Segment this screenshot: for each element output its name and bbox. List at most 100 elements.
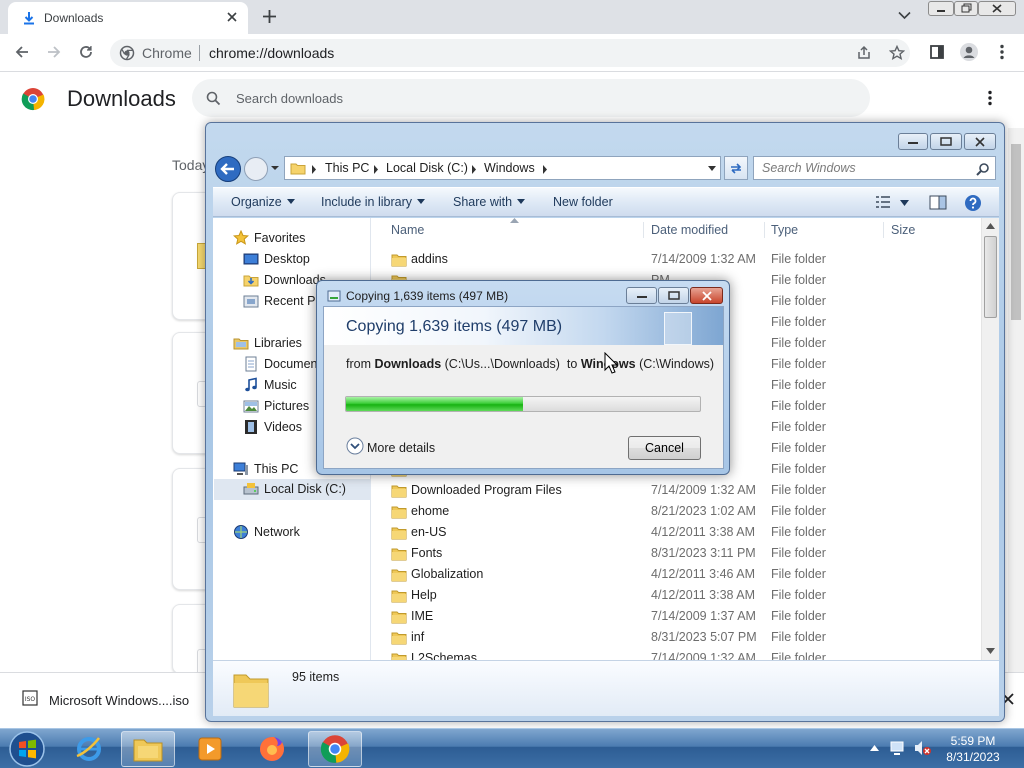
file-row[interactable]: addins 7/14/2009 1:32 AM File folder <box>371 249 981 270</box>
nav-label: This PC <box>254 462 299 476</box>
page-scrollbar[interactable] <box>1008 128 1024 672</box>
file-row[interactable]: en-US 4/12/2011 3:38 AM File folder <box>371 522 981 543</box>
start-button-icon[interactable] <box>7 730 47 768</box>
search-placeholder: Search downloads <box>236 91 343 106</box>
history-dropdown-icon[interactable] <box>270 164 280 172</box>
bookmark-star-icon[interactable] <box>889 45 905 61</box>
scroll-thumb[interactable] <box>984 236 997 318</box>
copy-progress-bar <box>345 396 701 412</box>
new-tab-icon[interactable] <box>262 9 277 24</box>
include-in-library-button[interactable]: Include in library <box>321 195 426 209</box>
explorer-forward-icon[interactable] <box>243 156 269 182</box>
column-header-type[interactable]: Type <box>771 223 798 237</box>
nav-favorites[interactable]: Favorites <box>233 230 363 248</box>
address-dropdown-icon[interactable] <box>707 165 717 172</box>
dialog-minimize-icon[interactable] <box>626 287 657 304</box>
tab-downloads[interactable]: Downloads <box>8 2 248 34</box>
restore-icon[interactable] <box>954 1 978 16</box>
taskbar-ie[interactable] <box>62 731 116 767</box>
file-type: File folder <box>771 651 826 660</box>
file-date: 4/12/2011 3:38 AM <box>651 588 756 602</box>
view-options-icon[interactable] <box>875 196 891 208</box>
side-panel-icon[interactable] <box>923 38 951 66</box>
file-type: File folder <box>771 504 826 518</box>
close-window-icon[interactable] <box>978 1 1016 16</box>
file-row[interactable]: ehome 8/21/2023 1:02 AM File folder <box>371 501 981 522</box>
column-header-size[interactable]: Size <box>891 223 915 237</box>
minimize-icon[interactable] <box>928 1 954 16</box>
close-tab-icon[interactable] <box>226 11 238 23</box>
more-details-toggle[interactable]: More details <box>346 437 446 457</box>
forward-icon[interactable] <box>40 38 68 66</box>
column-header-name[interactable]: Name <box>391 223 424 237</box>
taskbar-firefox[interactable] <box>245 731 299 767</box>
reload-icon[interactable] <box>72 38 100 66</box>
chrome-menu-icon[interactable] <box>988 38 1016 66</box>
file-row[interactable]: inf 8/31/2023 5:07 PM File folder <box>371 627 981 648</box>
taskbar-clock[interactable]: 5:59 PM 8/31/2023 <box>928 733 1018 765</box>
nav-desktop[interactable]: Desktop <box>243 251 363 269</box>
explorer-back-icon[interactable] <box>214 155 242 183</box>
network-tray-icon[interactable] <box>890 740 908 756</box>
clock-time: 5:59 PM <box>950 734 996 748</box>
file-row[interactable]: IME 7/14/2009 1:37 AM File folder <box>371 606 981 627</box>
downloads-search[interactable]: Search downloads <box>192 79 870 117</box>
explorer-search[interactable]: Search Windows <box>753 156 996 180</box>
shelf-item-name[interactable]: Microsoft Windows....iso <box>49 693 189 708</box>
nav-network[interactable]: Network <box>233 524 363 542</box>
nav-local-disk[interactable]: Local Disk (C:) <box>214 479 371 500</box>
view-dropdown-icon[interactable] <box>900 200 909 206</box>
nav-label: Libraries <box>254 336 302 350</box>
file-row[interactable]: Downloaded Program Files 7/14/2009 1:32 A… <box>371 480 981 501</box>
file-row[interactable]: Globalization 4/12/2011 3:46 AM File folde… <box>371 564 981 585</box>
tab-search-icon[interactable] <box>898 11 911 20</box>
explorer-minimize-icon[interactable] <box>898 133 928 150</box>
share-with-button[interactable]: Share with <box>453 195 526 209</box>
expand-chevron-icon <box>346 437 364 455</box>
explorer-maximize-icon[interactable] <box>930 133 962 150</box>
refresh-icon[interactable] <box>724 156 748 180</box>
to-path: (C:\Windows) <box>639 357 715 371</box>
explorer-close-icon[interactable] <box>964 133 996 150</box>
profile-avatar-icon[interactable] <box>955 38 983 66</box>
share-icon[interactable] <box>856 45 872 61</box>
organize-button[interactable]: Organize <box>231 195 295 209</box>
more-actions-icon[interactable] <box>988 90 992 106</box>
dialog-close-icon[interactable] <box>690 287 723 304</box>
cancel-button[interactable]: Cancel <box>628 436 701 460</box>
omnibox-site-label: Chrome <box>142 45 192 61</box>
scroll-up-icon[interactable] <box>986 223 995 229</box>
help-icon[interactable] <box>964 194 982 212</box>
file-name: L2Schemas <box>411 651 478 660</box>
taskbar-explorer[interactable] <box>121 731 175 767</box>
preview-pane-icon[interactable] <box>929 195 947 210</box>
scroll-thumb[interactable] <box>1011 144 1021 320</box>
file-list-scrollbar[interactable] <box>981 218 999 660</box>
omnibox[interactable]: Chrome chrome://downloads <box>110 39 910 67</box>
command-bar: Organize Include in library Share with N… <box>213 187 999 217</box>
file-row[interactable]: Fonts 8/31/2023 3:11 PM File folder <box>371 543 981 564</box>
show-hidden-icons-icon[interactable] <box>870 745 879 751</box>
breadcrumb-windows[interactable]: Windows <box>484 161 535 175</box>
taskbar-media-player[interactable] <box>183 731 237 767</box>
column-divider[interactable] <box>764 222 765 238</box>
file-name: Help <box>411 588 437 602</box>
taskbar-chrome[interactable] <box>308 731 362 767</box>
back-icon[interactable] <box>8 38 36 66</box>
file-type: File folder <box>771 441 826 455</box>
breadcrumb-local-disk[interactable]: Local Disk (C:) <box>386 161 468 175</box>
column-divider[interactable] <box>883 222 884 238</box>
file-name: Globalization <box>411 567 484 581</box>
breadcrumb-this-pc[interactable]: This PC <box>325 161 369 175</box>
scroll-down-icon[interactable] <box>986 648 995 654</box>
column-header-date[interactable]: Date modified <box>651 223 728 237</box>
address-bar[interactable]: This PC Local Disk (C:) Windows <box>284 156 721 180</box>
file-row[interactable]: Help 4/12/2011 3:38 AM File folder <box>371 585 981 606</box>
column-divider[interactable] <box>643 222 644 238</box>
dialog-maximize-icon[interactable] <box>658 287 689 304</box>
file-row[interactable]: L2Schemas 7/14/2009 1:32 AM File folder <box>371 648 981 660</box>
from-folder[interactable]: Downloads <box>374 357 441 371</box>
new-folder-button[interactable]: New folder <box>553 195 613 209</box>
music-icon <box>243 377 259 393</box>
file-date: 8/31/2023 3:11 PM <box>651 546 756 560</box>
